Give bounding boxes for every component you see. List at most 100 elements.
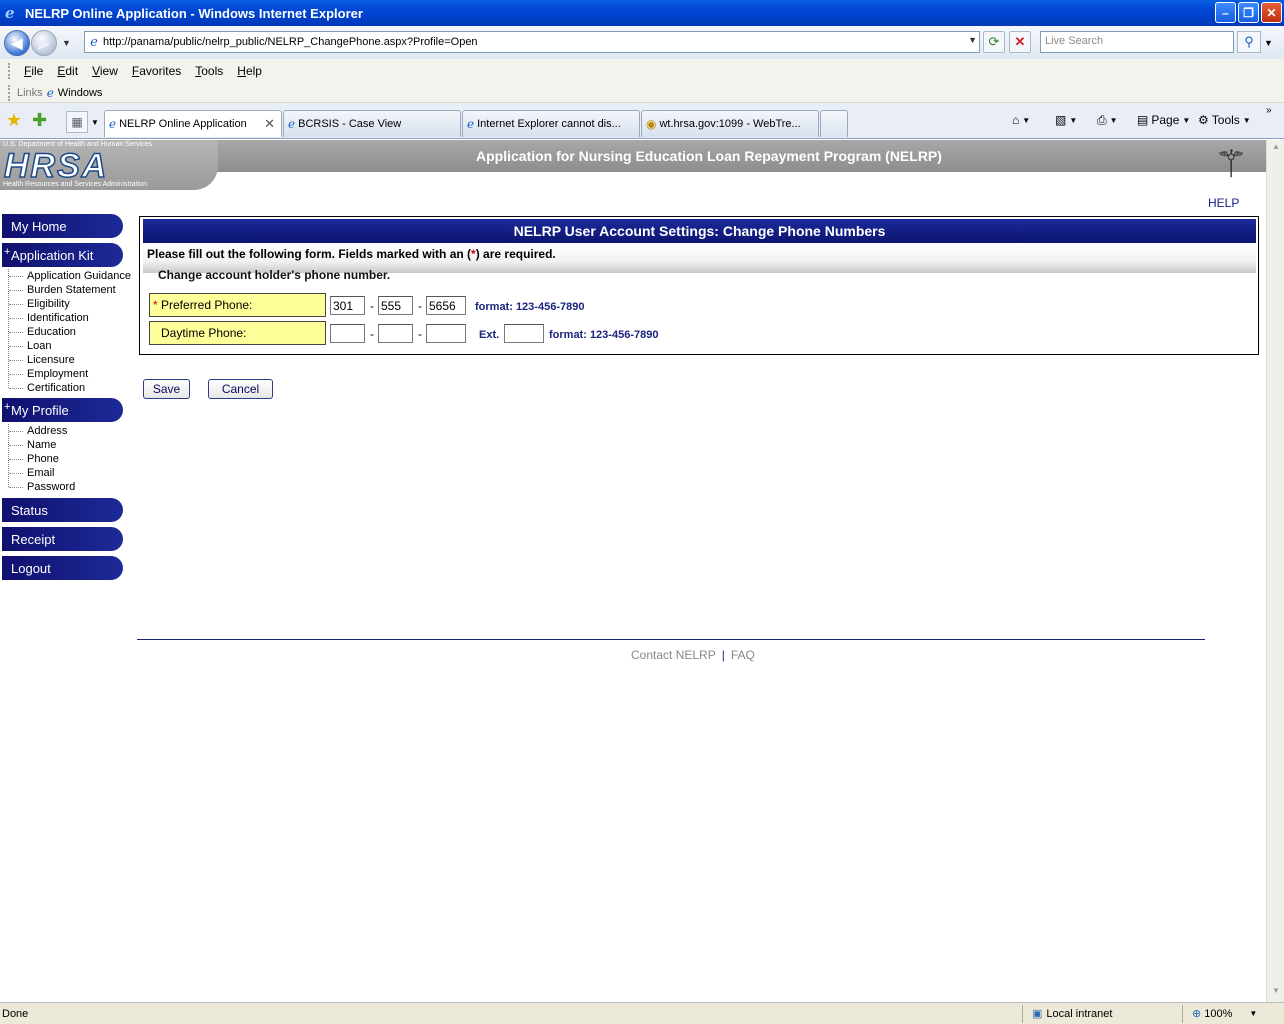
cancel-button[interactable]: Cancel: [208, 379, 273, 399]
sidebar-receipt[interactable]: Receipt: [2, 527, 123, 551]
vertical-scrollbar[interactable]: ▲ ▼: [1266, 140, 1284, 1002]
form-title: NELRP User Account Settings: Change Phon…: [143, 219, 1256, 243]
expand-icon: +: [4, 246, 11, 258]
quick-tabs-icon[interactable]: ▦: [66, 111, 88, 133]
daytime-line-number-input[interactable]: [426, 324, 466, 343]
search-icon[interactable]: ⚲: [1237, 31, 1261, 53]
stop-button[interactable]: ✕: [1009, 31, 1031, 53]
feeds-button[interactable]: ▧ ▼: [1055, 113, 1077, 127]
daytime-prefix-input[interactable]: [378, 324, 413, 343]
tree-branch: [9, 473, 23, 474]
zone-label: Local intranet: [1046, 1007, 1113, 1020]
sidebar-item-password[interactable]: Password: [27, 481, 75, 493]
refresh-button[interactable]: ⟳: [983, 31, 1005, 53]
tab-list-dropdown-icon[interactable]: ▼: [91, 118, 99, 127]
scroll-up-icon[interactable]: ▲: [1269, 142, 1283, 156]
ie-icon: e: [288, 117, 296, 131]
sidebar-item-certification[interactable]: Certification: [27, 382, 85, 394]
sidebar-item-name[interactable]: Name: [27, 439, 56, 451]
sidebar-item-education[interactable]: Education: [27, 326, 76, 338]
tab-nelrp[interactable]: e NELRP Online Application ✕: [104, 110, 282, 137]
tab-webtrends[interactable]: ◉ wt.hrsa.gov:1099 - WebTre...: [641, 110, 819, 137]
menu-view[interactable]: View: [85, 64, 125, 78]
daytime-extension-input[interactable]: [504, 324, 544, 343]
menu-help[interactable]: Help: [230, 64, 269, 78]
menu-favorites[interactable]: Favorites: [125, 64, 188, 78]
print-button[interactable]: ⎙ ▼: [1097, 113, 1118, 128]
sidebar-item-loan[interactable]: Loan: [27, 340, 51, 352]
address-dropdown-icon[interactable]: ▼: [968, 35, 977, 45]
search-options-dropdown-icon[interactable]: ▼: [1264, 38, 1273, 48]
preferred-area-code-input[interactable]: [330, 296, 365, 315]
faq-link[interactable]: FAQ: [731, 648, 755, 662]
print-icon: ⎙: [1097, 113, 1107, 127]
tab-bcrsis[interactable]: e BCRSIS - Case View: [283, 110, 461, 137]
close-tab-icon[interactable]: ✕: [264, 116, 275, 132]
sidebar-my-profile[interactable]: + My Profile: [2, 398, 123, 422]
home-button[interactable]: ⌂ ▼: [1012, 113, 1030, 127]
help-link[interactable]: HELP: [1208, 196, 1239, 210]
dropdown-icon: ▼: [1182, 115, 1191, 125]
sidebar-my-home[interactable]: My Home: [2, 214, 123, 238]
hrsa-logo[interactable]: U.S. Department of Health and Human Serv…: [0, 140, 218, 190]
sidebar-item-licensure[interactable]: Licensure: [27, 354, 75, 366]
form-instructions: Please fill out the following form. Fiel…: [147, 247, 556, 261]
zoom-control[interactable]: ⊕ 100% ▼: [1192, 1007, 1258, 1021]
tab-label: wt.hrsa.gov:1099 - WebTre...: [659, 118, 801, 130]
sidebar-application-kit[interactable]: + Application Kit: [2, 243, 123, 267]
close-button[interactable]: ✕: [1261, 2, 1282, 23]
maximize-button[interactable]: ❐: [1238, 2, 1259, 23]
sidebar-item-phone[interactable]: Phone: [27, 453, 59, 465]
phone-dash: -: [418, 299, 422, 313]
save-button[interactable]: Save: [143, 379, 190, 399]
tab-label: Internet Explorer cannot dis...: [477, 118, 621, 130]
daytime-area-code-input[interactable]: [330, 324, 365, 343]
tree-branch: [9, 459, 23, 460]
preferred-phone-label: * Preferred Phone:: [149, 293, 326, 317]
add-favorite-icon[interactable]: ✚: [32, 110, 47, 131]
sidebar-item-email[interactable]: Email: [27, 467, 55, 479]
tree-line: [8, 269, 9, 388]
sidebar-item-application-guidance[interactable]: Application Guidance: [27, 270, 131, 282]
minimize-button[interactable]: –: [1215, 2, 1236, 23]
phone-dash: -: [418, 327, 422, 341]
new-tab-button[interactable]: [820, 110, 848, 137]
sidebar-status[interactable]: Status: [2, 498, 123, 522]
menu-file[interactable]: File: [17, 64, 50, 78]
forward-button[interactable]: ▶: [31, 30, 57, 56]
security-zone[interactable]: ▣ Local intranet: [1032, 1007, 1113, 1021]
menu-edit[interactable]: Edit: [50, 64, 85, 78]
expand-icon: +: [4, 401, 11, 413]
tab-label: NELRP Online Application: [119, 118, 247, 130]
tree-branch: [9, 346, 23, 347]
tree-branch: [9, 445, 23, 446]
scroll-down-icon[interactable]: ▼: [1269, 986, 1283, 1000]
link-windows[interactable]: Windows: [58, 87, 103, 99]
toolbar-overflow-icon[interactable]: »: [1266, 105, 1272, 116]
sidebar-item-eligibility[interactable]: Eligibility: [27, 298, 70, 310]
sidebar-logout[interactable]: Logout: [2, 556, 123, 580]
tools-menu-label: Tools: [1211, 113, 1240, 127]
tools-menu-button[interactable]: ⚙ Tools ▼: [1198, 113, 1251, 127]
window-controls: – ❐ ✕: [1215, 2, 1282, 23]
sidebar-item-burden-statement[interactable]: Burden Statement: [27, 284, 116, 296]
page-menu-button[interactable]: ▤ Page ▼: [1137, 113, 1190, 127]
preferred-prefix-input[interactable]: [378, 296, 413, 315]
tab-ie-error[interactable]: e Internet Explorer cannot dis...: [462, 110, 640, 137]
favorites-star-icon[interactable]: ★: [6, 110, 22, 131]
preferred-line-number-input[interactable]: [426, 296, 466, 315]
sidebar-item-employment[interactable]: Employment: [27, 368, 88, 380]
back-button[interactable]: ◀: [4, 30, 30, 56]
address-bar[interactable]: e http://panama/public/nelrp_public/NELR…: [84, 31, 980, 53]
hrsa-icon: ◉: [646, 117, 657, 131]
recent-pages-dropdown-icon[interactable]: ▼: [62, 38, 71, 48]
footer-separator: |: [721, 648, 725, 662]
address-text[interactable]: http://panama/public/nelrp_public/NELRP_…: [103, 36, 478, 48]
contact-nelrp-link[interactable]: Contact NELRP: [631, 648, 716, 662]
search-input[interactable]: Live Search: [1040, 31, 1234, 53]
sidebar-item-address[interactable]: Address: [27, 425, 67, 437]
sidebar-item-identification[interactable]: Identification: [27, 312, 89, 324]
zoom-dropdown-icon: ▼: [1249, 1009, 1258, 1018]
rss-icon: ▧: [1055, 113, 1067, 127]
menu-tools[interactable]: Tools: [188, 64, 230, 78]
